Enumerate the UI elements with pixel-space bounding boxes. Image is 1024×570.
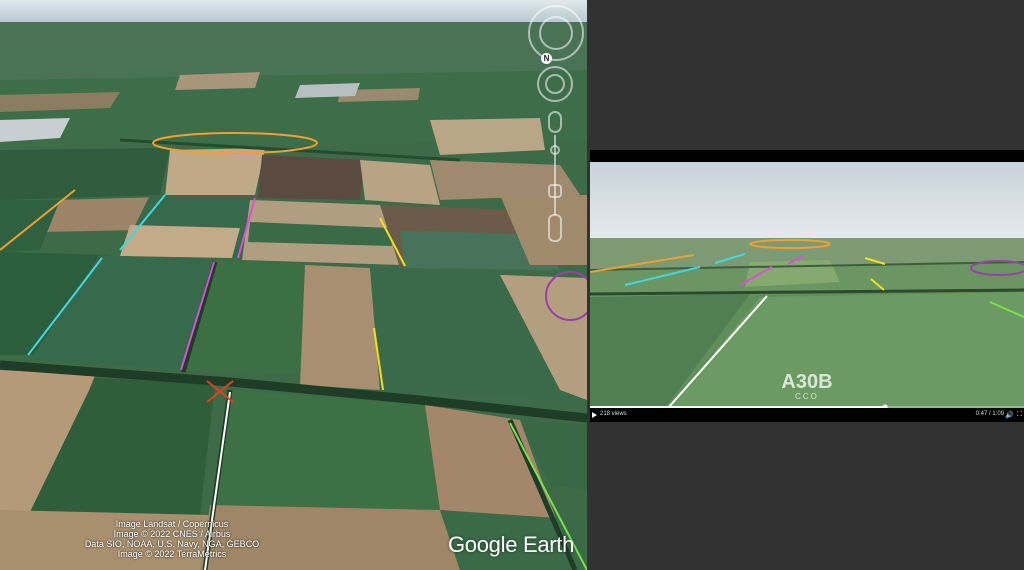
video-time: 0:47 / 1:09 — [975, 411, 1004, 417]
google-earth-view[interactable]: N Image Landsat / Copernicus Image © 202… — [0, 0, 587, 570]
play-icon[interactable] — [592, 412, 597, 418]
credit-line: Image © 2022 CNES / Airbus — [113, 529, 231, 539]
watermark-main: A30B — [781, 371, 833, 393]
video-control-bar: 218 views 0:47 / 1:09 🔊 ⛶ — [590, 408, 1024, 422]
video-top-strip — [590, 150, 1024, 162]
volume-icon[interactable]: 🔊 — [1005, 411, 1014, 419]
compass-north-label[interactable]: N — [541, 53, 552, 64]
credit-line: Image Landsat / Copernicus — [115, 519, 229, 529]
watermark-sub: CCO — [795, 392, 819, 401]
credit-line: Image © 2022 TerraMetrics — [117, 549, 227, 559]
terrain-map — [0, 0, 587, 570]
credit-line: Data SIO, NOAA, U.S. Navy, NGA, GEBCO — [84, 539, 260, 549]
fullscreen-icon[interactable]: ⛶ — [1017, 411, 1022, 419]
view-count: 218 views — [600, 411, 627, 417]
imagery-credits: Image Landsat / Copernicus Image © 2022 … — [60, 519, 284, 559]
google-earth-logo: Google Earth — [448, 532, 575, 557]
